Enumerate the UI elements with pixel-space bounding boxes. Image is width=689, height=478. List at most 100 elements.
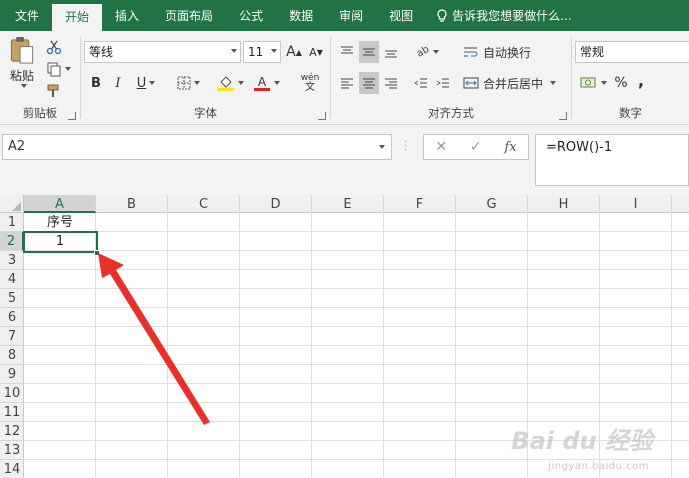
formula-bar-splitter[interactable]: · · ·	[404, 138, 407, 156]
font-name-value: 等线	[89, 45, 114, 59]
tab-view[interactable]: 视图	[376, 0, 426, 31]
column-header-c[interactable]: C	[168, 195, 240, 213]
paste-dropdown-icon	[20, 84, 27, 88]
tab-formulas[interactable]: 公式	[226, 0, 276, 31]
clipboard-launcher-icon[interactable]	[68, 112, 76, 120]
italic-button[interactable]: I	[109, 72, 127, 94]
decrease-indent-button[interactable]	[411, 72, 431, 94]
svg-text:ab: ab	[414, 45, 429, 59]
font-name-combo[interactable]: 等线	[84, 41, 241, 63]
number-group-label: 数字	[619, 106, 642, 120]
align-right-button[interactable]	[381, 72, 401, 94]
tab-home[interactable]: 开始	[52, 4, 103, 31]
svg-text:A: A	[257, 75, 266, 89]
column-header-b[interactable]: B	[96, 195, 168, 213]
copy-icon	[47, 62, 60, 77]
number-format-combo[interactable]: 常规	[575, 41, 689, 63]
column-headers: A B C D E F G H I	[0, 195, 689, 213]
tab-data[interactable]: 数据	[276, 0, 326, 31]
font-size-combo[interactable]: 11	[243, 41, 281, 63]
column-header-g[interactable]: G	[456, 195, 528, 213]
font-size-value: 11	[248, 45, 264, 59]
cancel-formula-button[interactable]: ✕	[435, 139, 447, 155]
align-bottom-icon	[385, 50, 397, 58]
font-launcher-icon[interactable]	[318, 112, 326, 120]
row-header[interactable]: 1	[0, 213, 24, 232]
row-header[interactable]: 8	[0, 346, 24, 365]
alignment-launcher-icon[interactable]	[559, 112, 567, 120]
column-header-e[interactable]: E	[312, 195, 384, 213]
orientation-button[interactable]: ab	[411, 41, 441, 63]
enter-formula-button[interactable]: ✓	[470, 139, 482, 155]
row-header[interactable]: 2	[0, 232, 24, 251]
row-header[interactable]: 13	[0, 441, 24, 460]
row-header[interactable]: 10	[0, 384, 24, 403]
cell-area[interactable]: 序号 1 Bai du 经验 jingyan.baidu.com	[23, 213, 689, 478]
alignment-group-label: 对齐方式	[428, 106, 474, 120]
insert-function-button[interactable]: fx	[504, 140, 516, 155]
chevron-down-icon	[550, 81, 557, 85]
worksheet-grid: A B C D E F G H I 1 2 3 4 5 6 7 8 9 10 1…	[0, 195, 689, 478]
cut-button[interactable]	[44, 37, 64, 57]
align-center-icon	[363, 78, 375, 89]
name-box[interactable]: A2	[2, 134, 392, 160]
column-header-h[interactable]: H	[528, 195, 600, 213]
row-header[interactable]: 12	[0, 422, 24, 441]
font-color-button[interactable]: A	[249, 72, 283, 94]
format-painter-button[interactable]	[44, 81, 64, 101]
align-middle-button[interactable]	[359, 41, 379, 63]
select-all-button[interactable]	[0, 195, 24, 213]
tell-me-text: 告诉我您想要做什么...	[452, 9, 572, 23]
align-left-button[interactable]	[337, 72, 357, 94]
merge-center-button[interactable]: 合并后居中	[463, 72, 563, 94]
phonetic-guide-button[interactable]: wén 文	[293, 71, 327, 95]
row-header[interactable]: 6	[0, 308, 24, 327]
increase-indent-button[interactable]	[433, 72, 453, 94]
bold-button[interactable]: B	[87, 72, 105, 94]
chevron-down-icon	[432, 50, 439, 54]
align-top-button[interactable]	[337, 41, 357, 63]
formula-buttons: ✕ ✓ fx	[423, 134, 529, 160]
align-center-button[interactable]	[359, 72, 379, 94]
tell-me-box[interactable]: 告诉我您想要做什么...	[426, 0, 572, 31]
row-header[interactable]: 4	[0, 270, 24, 289]
row-header[interactable]: 3	[0, 251, 24, 270]
tab-insert[interactable]: 插入	[102, 0, 152, 31]
row-header[interactable]: 11	[0, 403, 24, 422]
fill-color-button[interactable]	[213, 72, 247, 94]
underline-icon: U	[136, 75, 147, 91]
comma-style-button[interactable]: ,	[634, 69, 648, 91]
tab-file[interactable]: 文件	[2, 0, 52, 31]
wrap-text-icon	[464, 47, 478, 57]
grow-font-icon: A	[286, 44, 296, 60]
increase-font-size-button[interactable]: A ▲	[285, 41, 303, 63]
align-right-icon	[385, 78, 397, 89]
merge-center-label: 合并后居中	[483, 76, 544, 91]
column-header-f[interactable]: F	[384, 195, 456, 213]
chevron-down-icon	[149, 81, 156, 85]
currency-icon	[580, 77, 595, 88]
formula-input[interactable]: =ROW()-1	[535, 134, 689, 186]
row-header[interactable]: 7	[0, 327, 24, 346]
decrease-font-size-button[interactable]: A ▼	[307, 41, 325, 63]
tab-page-layout[interactable]: 页面布局	[152, 0, 226, 31]
tab-review[interactable]: 审阅	[326, 0, 376, 31]
copy-button[interactable]	[44, 59, 72, 79]
row-header[interactable]: 9	[0, 365, 24, 384]
paste-button[interactable]: 粘贴	[5, 36, 39, 88]
row-header[interactable]: 14	[0, 460, 24, 478]
align-bottom-button[interactable]	[381, 41, 401, 63]
percent-style-button[interactable]: %	[614, 72, 628, 94]
column-header-a[interactable]: A	[24, 195, 96, 213]
name-box-value: A2	[8, 139, 26, 154]
borders-button[interactable]	[173, 72, 203, 94]
alignment-group: ab 自动换行 合并后居中 对齐方式	[331, 31, 571, 125]
increase-indent-icon	[436, 78, 449, 88]
row-header[interactable]: 5	[0, 289, 24, 308]
font-color-icon: A	[253, 75, 270, 91]
accounting-format-button[interactable]	[576, 72, 610, 94]
wrap-text-button[interactable]: 自动换行	[463, 41, 543, 63]
column-header-d[interactable]: D	[240, 195, 312, 213]
column-header-i[interactable]: I	[600, 195, 672, 213]
underline-button[interactable]: U	[131, 72, 161, 94]
